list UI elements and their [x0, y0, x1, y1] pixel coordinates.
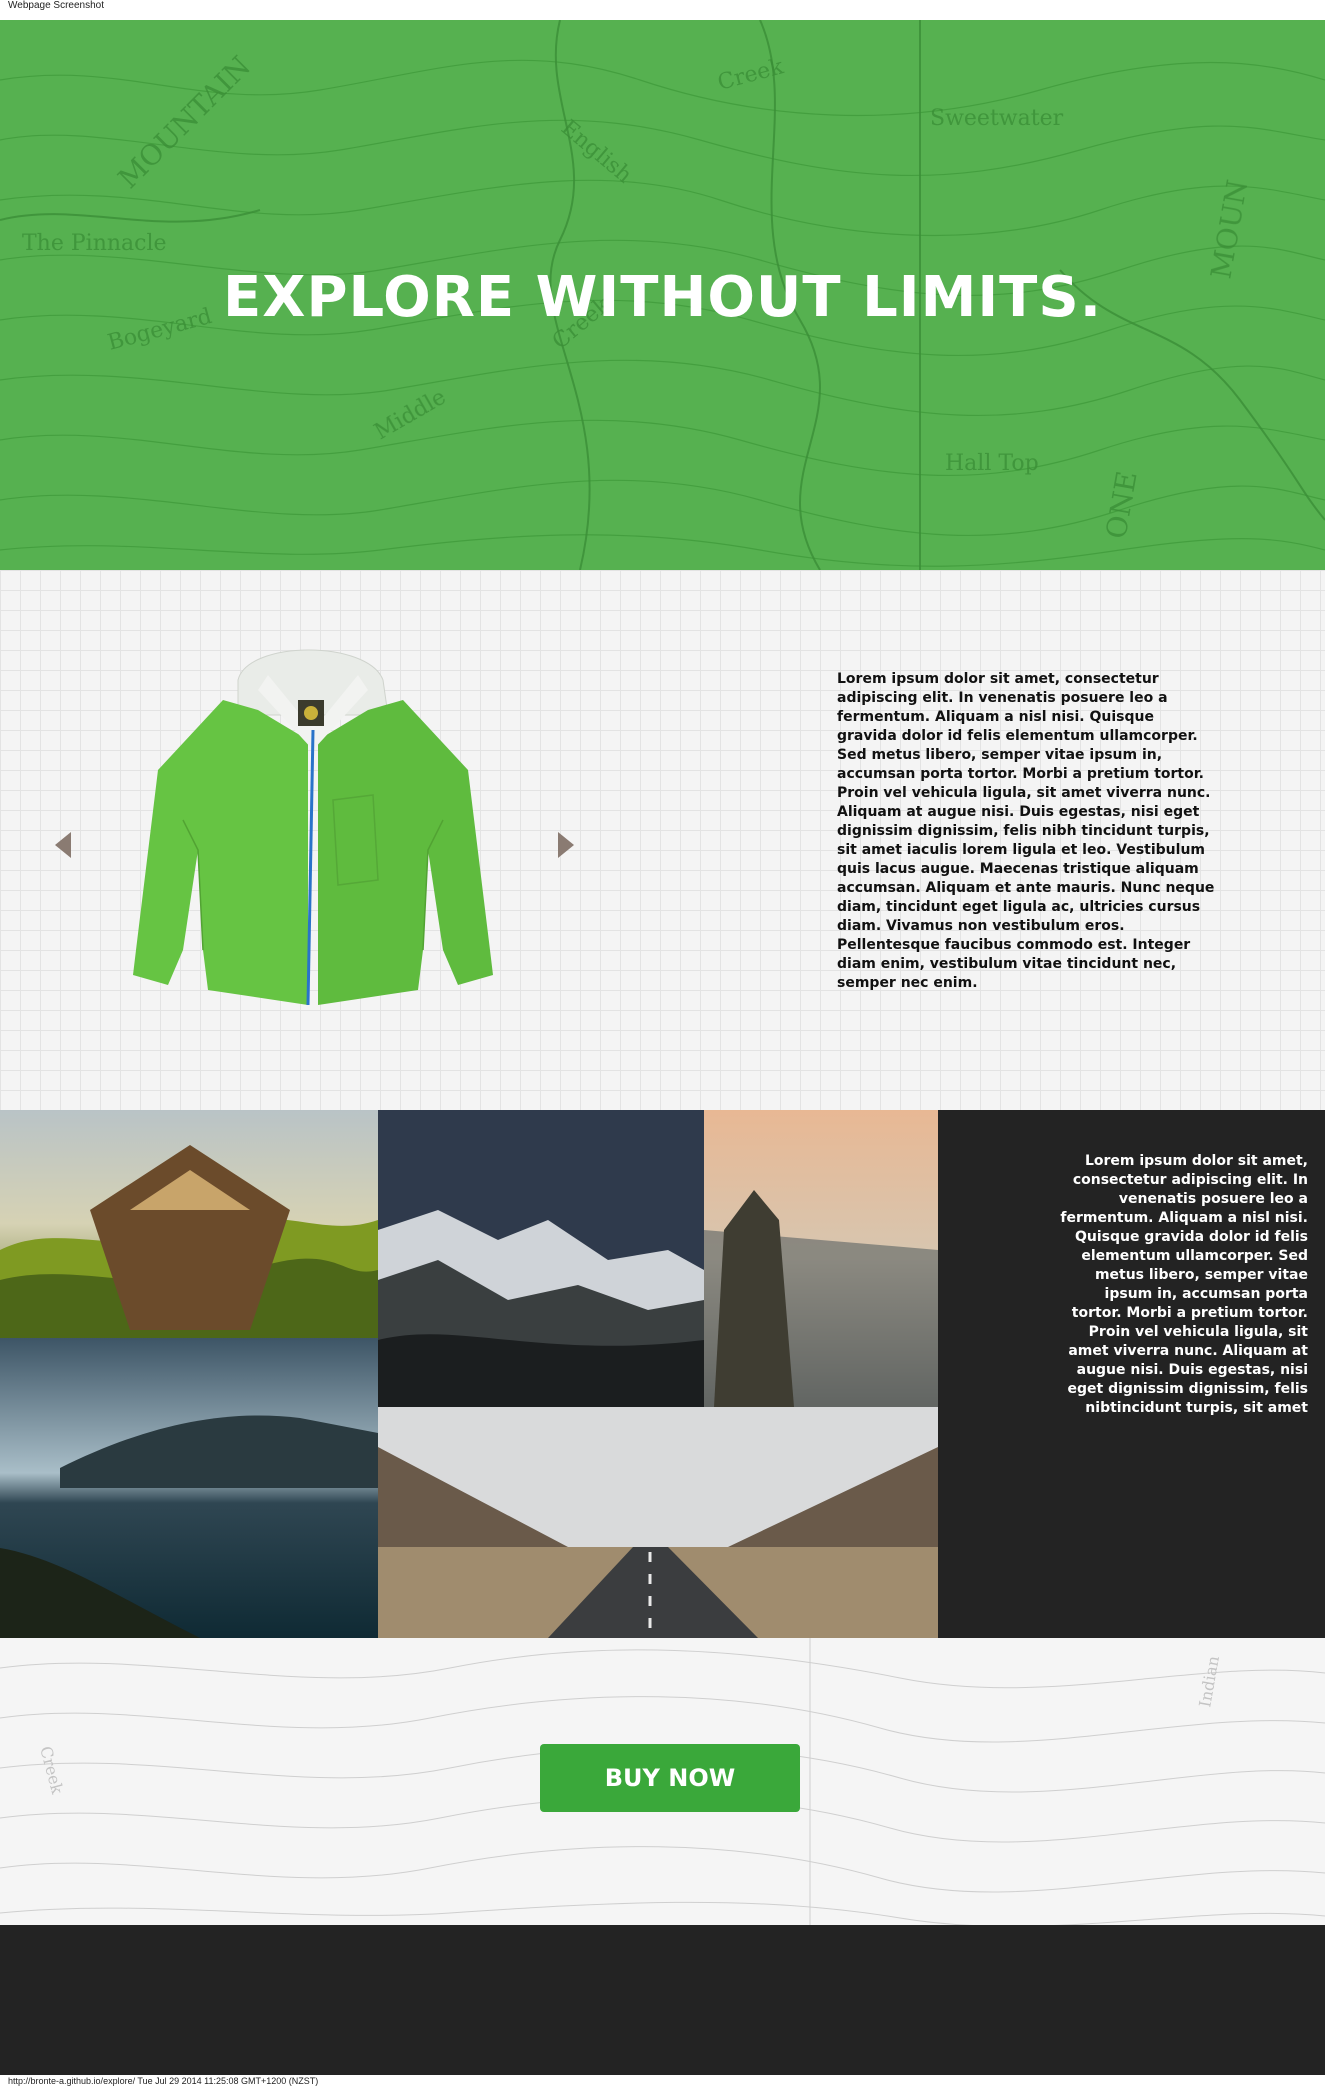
window-title: Webpage Screenshot	[0, 0, 1325, 20]
jacket-illustration	[133, 649, 493, 1006]
photo-snowy-mountains-night	[378, 1110, 704, 1407]
photo-lake-and-hills	[0, 1338, 378, 1638]
map-label: MOUNTAIN	[112, 50, 257, 195]
photo-canoe-in-grass	[0, 1110, 378, 1338]
arrow-left-icon	[55, 832, 71, 858]
green-rain-jacket-image	[128, 620, 498, 1024]
hero-title: EXPLORE WITHOUT LIMITS.	[223, 265, 1102, 330]
buy-now-button[interactable]: BUY NOW	[540, 1744, 800, 1812]
photo-empty-road-valley	[378, 1407, 938, 1638]
map-label: ONE	[1099, 469, 1143, 542]
footer	[0, 1925, 1325, 2075]
map-label: Hall Top	[945, 451, 1039, 476]
map-label: Creek	[715, 54, 787, 96]
map-label: English	[556, 115, 636, 188]
map-label: The Pinnacle	[22, 231, 167, 256]
gallery-description: Lorem ipsum dolor sit amet, consectetur …	[1060, 1153, 1308, 1416]
status-url-line: http://bronte-a.github.io/explore/ Tue J…	[0, 2075, 1325, 2087]
map-label: Sweetwater	[930, 106, 1064, 131]
product-section: Lorem ipsum dolor sit amet, consectetur …	[0, 570, 1325, 1110]
product-description: Lorem ipsum dolor sit amet, consectetur …	[837, 671, 1215, 991]
call-to-action-section: Creek Indian BUY NOW	[0, 1638, 1325, 1925]
map-label: Indian	[1195, 1654, 1223, 1708]
hero-banner: Creek English Sweetwater The Pinnacle Bo…	[0, 20, 1325, 570]
carousel-next-button[interactable]	[558, 832, 574, 862]
map-label: Creek	[36, 1744, 67, 1796]
arrow-right-icon	[558, 832, 574, 858]
photo-cliff-at-dusk	[704, 1110, 938, 1407]
photo-gallery: Lorem ipsum dolor sit amet, consectetur …	[0, 1110, 1325, 1638]
carousel-prev-button[interactable]	[55, 832, 71, 862]
